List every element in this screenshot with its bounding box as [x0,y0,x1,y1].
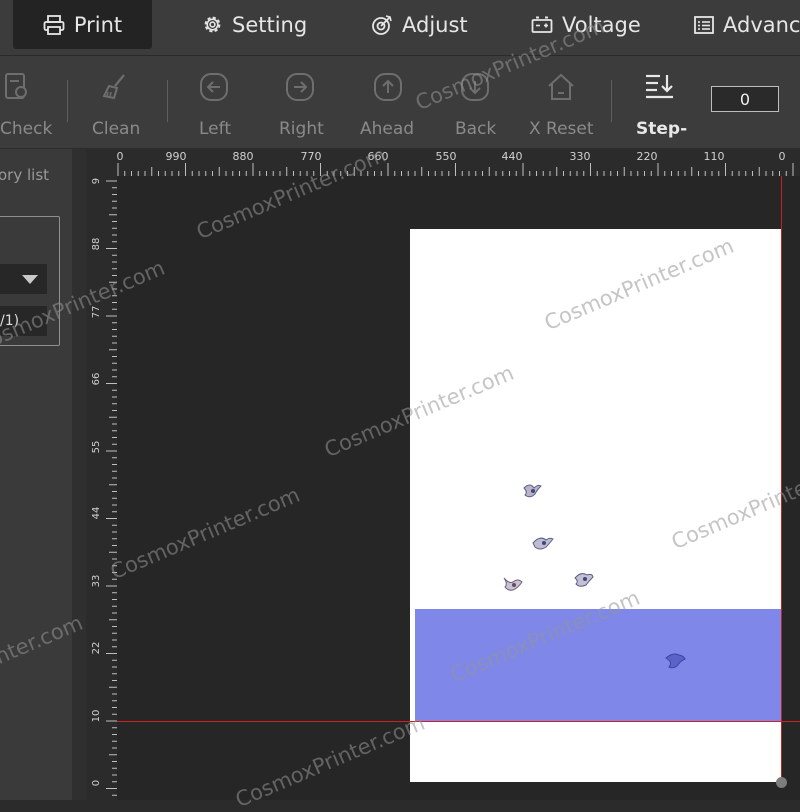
target-icon [372,14,392,35]
bird-image[interactable] [502,574,524,593]
tab-print[interactable]: Print [13,0,152,49]
tab-label: Advanc [723,12,800,37]
tab-advanced[interactable]: Advanc [694,0,800,49]
tab-label: Adjust [402,12,468,37]
arrow-left-icon [200,73,228,101]
sort-down-icon [646,74,673,99]
ruler-top-label: 880 [233,150,254,163]
dropdown-caret-icon [22,275,38,284]
ruler-top-label: 660 [368,150,389,163]
arrow-right-icon [286,73,314,101]
step-value-input[interactable] [711,86,779,112]
ahead-label: Ahead [360,119,415,139]
horizontal-guide-line[interactable] [117,721,800,722]
ruler-left-label: 22 [91,642,102,655]
home-icon [548,73,574,100]
battery-icon [531,16,553,33]
ruler-top-label: 550 [436,150,457,163]
tab-setting[interactable]: Setting [202,0,307,49]
list-icon [694,15,714,34]
ruler-left-label: 9 [91,178,102,184]
ruler-top-label: 770 [301,150,322,163]
history-list-label: ory list [0,166,50,184]
bird-image[interactable] [522,482,542,500]
check-label: Check [0,119,53,139]
print-area-block[interactable] [415,609,781,722]
tab-label: Voltage [562,12,641,37]
x-reset-label: X Reset [529,119,594,139]
ruler-left-label: 10 [91,710,102,723]
arrow-down-icon [461,73,489,101]
ruler-top-label: 990 [166,150,187,163]
gear-icon [204,16,221,33]
bird-image[interactable] [664,651,686,670]
ruler-left-label: 0 [91,780,102,786]
bird-image[interactable] [572,570,594,589]
ruler-left-label: 33 [91,575,102,588]
history-dropdown[interactable] [0,264,47,294]
ruler-top-label: 0 [779,150,786,163]
toolbar-divider [611,80,612,122]
vertical-guide-line[interactable] [781,176,782,786]
tab-voltage[interactable]: Voltage [531,0,641,49]
document-check-icon [5,73,27,99]
ruler-left-label: 77 [91,306,102,319]
ruler-left-label: 66 [91,373,102,386]
left-label: Left [199,119,231,139]
ruler-left-label: 88 [91,238,102,251]
main-menu-bar: Print Setting Adjust Voltage Advanc [0,0,800,56]
ruler-left-label: 55 [91,441,102,454]
ruler-top-label: 110 [704,150,725,163]
ruler-top-label: 220 [637,150,658,163]
right-label: Right [279,119,324,139]
printer-icon [43,14,65,35]
bird-image[interactable] [532,534,554,552]
toolbar-divider [167,80,168,122]
ruler-top-label: 0 [117,150,124,163]
clean-label: Clean [92,119,141,139]
tab-label: Setting [232,12,308,37]
tab-adjust[interactable]: Adjust [371,0,468,49]
ruler-top-label: 440 [502,150,523,163]
step-label: Step- [636,119,688,139]
ruler-top-label: 330 [570,150,591,163]
panel-divider [72,149,86,800]
arrow-up-icon [374,73,402,101]
back-label: Back [455,119,497,139]
brush-icon [102,74,125,100]
origin-handle[interactable] [776,777,787,788]
ruler-left-label: 44 [91,507,102,520]
tab-label: Print [73,12,123,37]
history-page-indicator: /1) [0,306,47,336]
toolbar-divider [67,80,68,122]
